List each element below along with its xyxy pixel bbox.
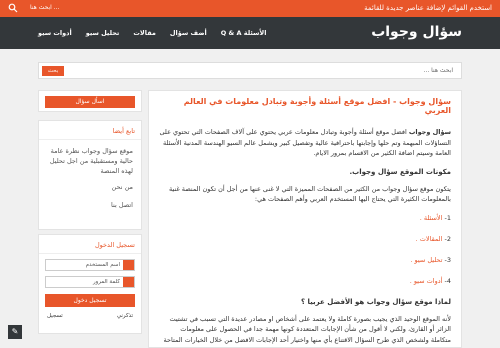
article-title[interactable]: سؤال وجواب - افضل موقع أسئلة وأجوبة وتبا… [159,97,451,115]
link-seo-tools[interactable]: أدوات سيو . [410,277,443,285]
follow-title: تابع أيضا [39,121,141,140]
top-bar: استخدم القوائم لإضافة عناصر جديدة للقائم… [0,0,500,17]
login-title: تسجيل الدخول [39,235,141,254]
link-questions[interactable]: الأسئلة . [420,214,443,222]
search-button[interactable]: بحث [42,66,64,76]
password-field[interactable]: كلمة المرور [45,276,135,288]
about-link[interactable]: من نحن [47,182,133,192]
follow-widget: تابع أيضا موقع سؤال وجواب نظرة عامة حالي… [38,120,142,230]
link-seo-analysis[interactable]: تحليل سيو . [410,256,442,264]
follow-text: موقع سؤال وجواب نظرة عامة حالية ومستقبلي… [49,147,133,175]
article-intro: سؤال وجواب افضل موقع أسئلة وأجوبة وتبادل… [159,128,452,157]
edit-icon[interactable]: ✎ [8,325,22,339]
nav-questions[interactable]: الأسئلة Q & A [221,29,267,37]
nav-articles[interactable]: مقالات [133,29,156,37]
lock-icon [123,277,134,287]
main-nav: الأسئلة Q & A أضف سؤال مقالات تحليل سيو … [38,29,267,37]
link-articles[interactable]: المقالات . [416,235,443,243]
search-input[interactable]: ابحث هنا ... [424,67,453,74]
ask-question-button[interactable]: اسأل سؤال [45,96,135,108]
top-search-hint[interactable]: ابحث هنا ... [30,4,59,11]
login-button[interactable]: تسجيل دخول [45,294,135,307]
site-logo[interactable]: سؤال وجواب [371,24,462,40]
article: سؤال وجواب - افضل موقع أسئلة وأجوبة وتبا… [148,90,462,348]
remember-me-label: تذكرني [116,313,133,319]
site-header: سؤال وجواب الأسئلة Q & A أضف سؤال مقالات… [0,17,500,49]
section-text: لأنه الموقع الوحيد الذي يجيب بصورة كاملة… [163,314,451,348]
contact-link[interactable]: اتصل بنا [47,200,133,210]
search-icon[interactable] [8,3,18,13]
top-news-text: استخدم القوائم لإضافة عناصر جديدة للقائم… [364,4,492,12]
section-heading: لماذا موقع سؤال وجواب هو الأفضل عربيا ؟ [301,297,451,306]
username-field[interactable]: اسم المستخدم [45,259,135,271]
list-item: 3- تحليل سيو . [410,255,451,264]
follow-links: من نحن اتصل بنا [39,182,141,216]
user-icon [123,260,134,270]
nav-seo-analysis[interactable]: تحليل سيو [86,29,120,37]
ask-box: اسأل سؤال [38,90,142,112]
nav-ask[interactable]: أضف سؤال [170,29,207,37]
pages-list: 1- الأسئلة . 2- المقالات . 3- تحليل سيو … [159,214,451,285]
search-bar: بحث ابحث هنا ... [38,62,462,79]
login-widget: تسجيل الدخول اسم المستخدم كلمة المرور تس… [38,234,142,334]
remember-me-checkbox[interactable]: تذكرني [117,313,133,319]
list-item: 4- أدوات سيو . [409,276,451,285]
section-text: يتكون موقع سؤال وجواب من الكثير من الصفح… [168,184,451,204]
list-item: 2- المقالات . [415,234,451,243]
section-heading: مكونات الموقع سؤال وجواب. [349,167,452,176]
list-item: 1- الأسئلة . [419,213,451,222]
register-link[interactable]: تسجيل [47,313,63,319]
nav-seo-tools[interactable]: أدوات سيو [38,29,72,37]
